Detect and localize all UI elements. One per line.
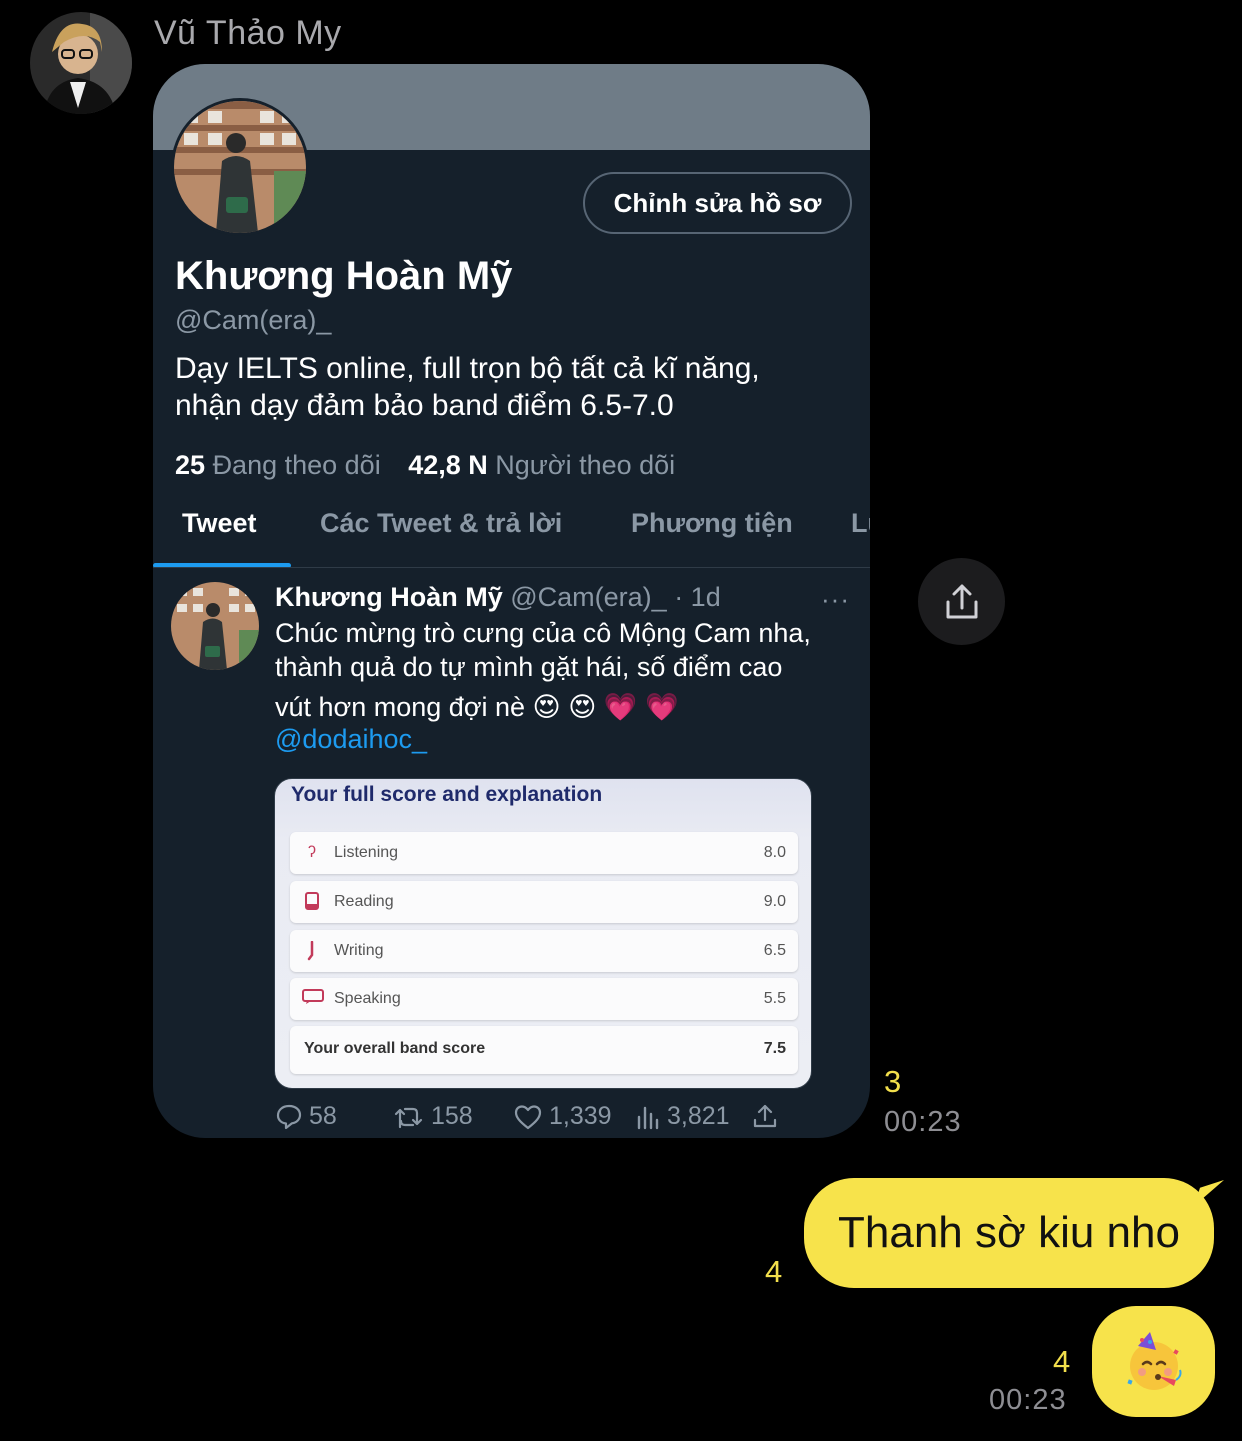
- partying-face-emoji-icon: [1126, 1331, 1181, 1390]
- edit-profile-button[interactable]: Chỉnh sửa hồ sơ: [583, 172, 852, 234]
- profile-tabs: Tweet Các Tweet & trả lời Phương tiện Lư: [153, 494, 870, 568]
- score-row-speaking: Speaking 5.5: [290, 978, 798, 1020]
- score-row-overall: Your overall band score 7.5: [290, 1026, 798, 1074]
- score-value: 9.0: [763, 893, 786, 910]
- views-action[interactable]: 3,821: [635, 1102, 730, 1131]
- score-label: Reading: [334, 893, 394, 910]
- read-count: 4: [1053, 1344, 1071, 1379]
- active-tab-indicator: [153, 563, 291, 567]
- sender-avatar[interactable]: [30, 12, 132, 114]
- message-time: 00:23: [989, 1384, 1067, 1416]
- score-label: Speaking: [334, 990, 401, 1007]
- score-label: Writing: [334, 942, 384, 959]
- profile-display-name: Khương Hoàn Mỹ: [175, 254, 513, 298]
- shared-image-message[interactable]: Chỉnh sửa hồ sơ Khương Hoàn Mỹ @Cam(era)…: [153, 64, 870, 1138]
- analytics-icon: [637, 1106, 659, 1129]
- score-card-title: Your full score and explanation: [291, 783, 603, 806]
- bio-line: Dạy IELTS online, full trọn bộ tất cả kĩ…: [175, 352, 760, 385]
- outgoing-message-bubble[interactable]: Thanh sờ kiu nho: [804, 1178, 1214, 1288]
- overall-label: Your overall band score: [304, 1040, 486, 1057]
- bio-line: nhận dạy đảm bảo band điểm 6.5-7.0: [175, 389, 674, 422]
- forward-share-button[interactable]: [918, 558, 1005, 645]
- reply-action[interactable]: 58: [275, 1102, 337, 1131]
- score-row-listening: ʔ Listening 8.0: [290, 832, 798, 874]
- reply-icon: [276, 1104, 302, 1129]
- tweet-share-action[interactable]: [751, 1102, 779, 1130]
- profile-avatar: [171, 98, 309, 236]
- pen-icon: [302, 940, 322, 961]
- retweet-action[interactable]: 158: [393, 1102, 473, 1131]
- tweet-actions: 58 158 1,339 3,821: [275, 1102, 835, 1136]
- following-label[interactable]: Đang theo dõi: [213, 450, 381, 480]
- score-row-writing: Writing 6.5: [290, 930, 798, 972]
- retweet-count: 158: [431, 1102, 473, 1130]
- book-icon: [302, 892, 322, 912]
- tweet-line: thành quả do tự mình gặt hái, số điểm ca…: [275, 652, 783, 682]
- read-count: 3: [884, 1064, 902, 1099]
- tweet-author-name[interactable]: Khương Hoàn Mỹ: [275, 582, 503, 612]
- profile-handle: @Cam(era)_: [175, 305, 332, 335]
- views-count: 3,821: [667, 1102, 730, 1130]
- tab-tweets[interactable]: Tweet: [182, 508, 257, 539]
- score-row-reading: Reading 9.0: [290, 881, 798, 923]
- following-count[interactable]: 25: [175, 450, 205, 480]
- tweet-meta: @Cam(era)_ · 1d: [510, 582, 721, 612]
- outgoing-emoji-bubble[interactable]: [1092, 1306, 1215, 1417]
- heart-icon: [514, 1104, 542, 1129]
- tweet-image-score-card[interactable]: Your full score and explanation ʔ Listen…: [274, 778, 812, 1089]
- followers-count[interactable]: 42,8 N: [408, 450, 488, 480]
- tweet-author-avatar[interactable]: [171, 582, 259, 670]
- tweet-mention-link[interactable]: @dodaihoc_: [275, 724, 427, 755]
- like-action[interactable]: 1,339: [513, 1102, 612, 1131]
- profile-bio: Dạy IELTS online, full trọn bộ tất cả kĩ…: [175, 350, 835, 424]
- profile-stats: 25 Đang theo dõi 42,8 N Người theo dõi: [175, 450, 675, 481]
- tweet-text: Chúc mừng trò cưng của cô Mộng Cam nha, …: [275, 616, 850, 724]
- tab-tweets-replies[interactable]: Các Tweet & trả lời: [320, 508, 562, 539]
- reply-count: 58: [309, 1102, 337, 1130]
- ear-icon: ʔ: [308, 844, 316, 861]
- score-value: 6.5: [763, 942, 786, 959]
- message-time: 00:23: [884, 1106, 962, 1138]
- tweet-header: Khương Hoàn Mỹ @Cam(era)_ · 1d: [275, 582, 721, 613]
- speech-icon: [302, 989, 324, 1009]
- read-count: 4: [765, 1254, 783, 1289]
- sender-name: Vũ Thảo My: [154, 14, 342, 52]
- score-label: Listening: [334, 844, 399, 861]
- more-options-icon[interactable]: ···: [821, 584, 850, 615]
- tab-likes[interactable]: Lư: [851, 508, 870, 539]
- retweet-icon: [394, 1107, 423, 1128]
- tweet-line: vút hơn mong đợi nè 😍 😍 💗 💗: [275, 692, 679, 722]
- share-icon: [946, 584, 977, 618]
- like-count: 1,339: [549, 1102, 612, 1130]
- score-value: 5.5: [763, 990, 786, 1007]
- tab-media[interactable]: Phương tiện: [631, 508, 793, 539]
- score-value: 8.0: [763, 844, 786, 861]
- followers-label[interactable]: Người theo dõi: [495, 450, 675, 480]
- share-icon: [753, 1104, 777, 1128]
- overall-value: 7.5: [763, 1040, 786, 1057]
- tweet-line: Chúc mừng trò cưng của cô Mộng Cam nha,: [275, 618, 811, 648]
